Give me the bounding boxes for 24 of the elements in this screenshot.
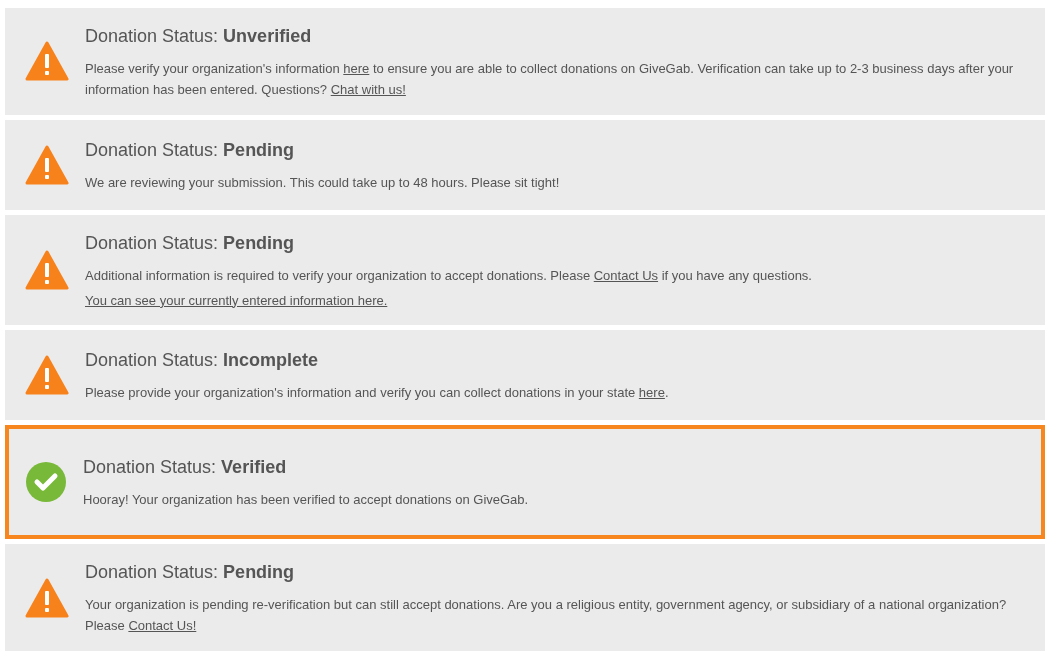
status-title: Donation Status: Pending — [85, 231, 296, 255]
status-title: Donation Status: Unverified — [85, 24, 313, 48]
warning-icon — [25, 577, 69, 618]
warning-icon — [25, 355, 69, 396]
warning-icon — [25, 250, 69, 290]
status-message: Please provide your organization's information and verify you can collect donations in your state here. — [85, 384, 669, 403]
text-link[interactable]: here — [638, 385, 665, 401]
text-link[interactable]: Contact Us — [593, 267, 659, 283]
warning-icon — [25, 144, 69, 185]
text-link[interactable]: Chat with us! — [330, 81, 406, 97]
status-message: Additional information is required to verify your organization to accept donations. Please Contact Us if you have any questions. — [85, 266, 812, 285]
text-link[interactable]: Contact Us! — [128, 618, 197, 634]
text-link[interactable]: here — [343, 60, 370, 76]
text-link[interactable]: You can see your currently entered information here. — [85, 292, 388, 308]
check-circle-icon — [25, 461, 67, 504]
status-message: Your organization is pending re-verification but can still accept donations. Are you a religious entity, government agency, or subsidiary of a national organization? Please Contact Us! — [85, 596, 1008, 636]
status-title: Donation Status: Verified — [83, 456, 288, 480]
status-title: Donation Status: Pending — [85, 561, 296, 585]
warning-icon — [25, 41, 69, 82]
status-title: Donation Status: Incomplete — [85, 349, 320, 373]
status-message: Please verify your organization's information here to ensure you are able to collect donations on GiveGab. Verification can take up to 2-3 business days after your information has been entered. Questions? Chat with us! — [85, 59, 1015, 99]
status-message: Hooray! Your organization has been verified to accept donations on GiveGab. — [83, 491, 529, 510]
status-title: Donation Status: Pending — [85, 138, 296, 162]
status-message: We are reviewing your submission. This could take up to 48 hours. Please sit tight! — [85, 173, 560, 192]
